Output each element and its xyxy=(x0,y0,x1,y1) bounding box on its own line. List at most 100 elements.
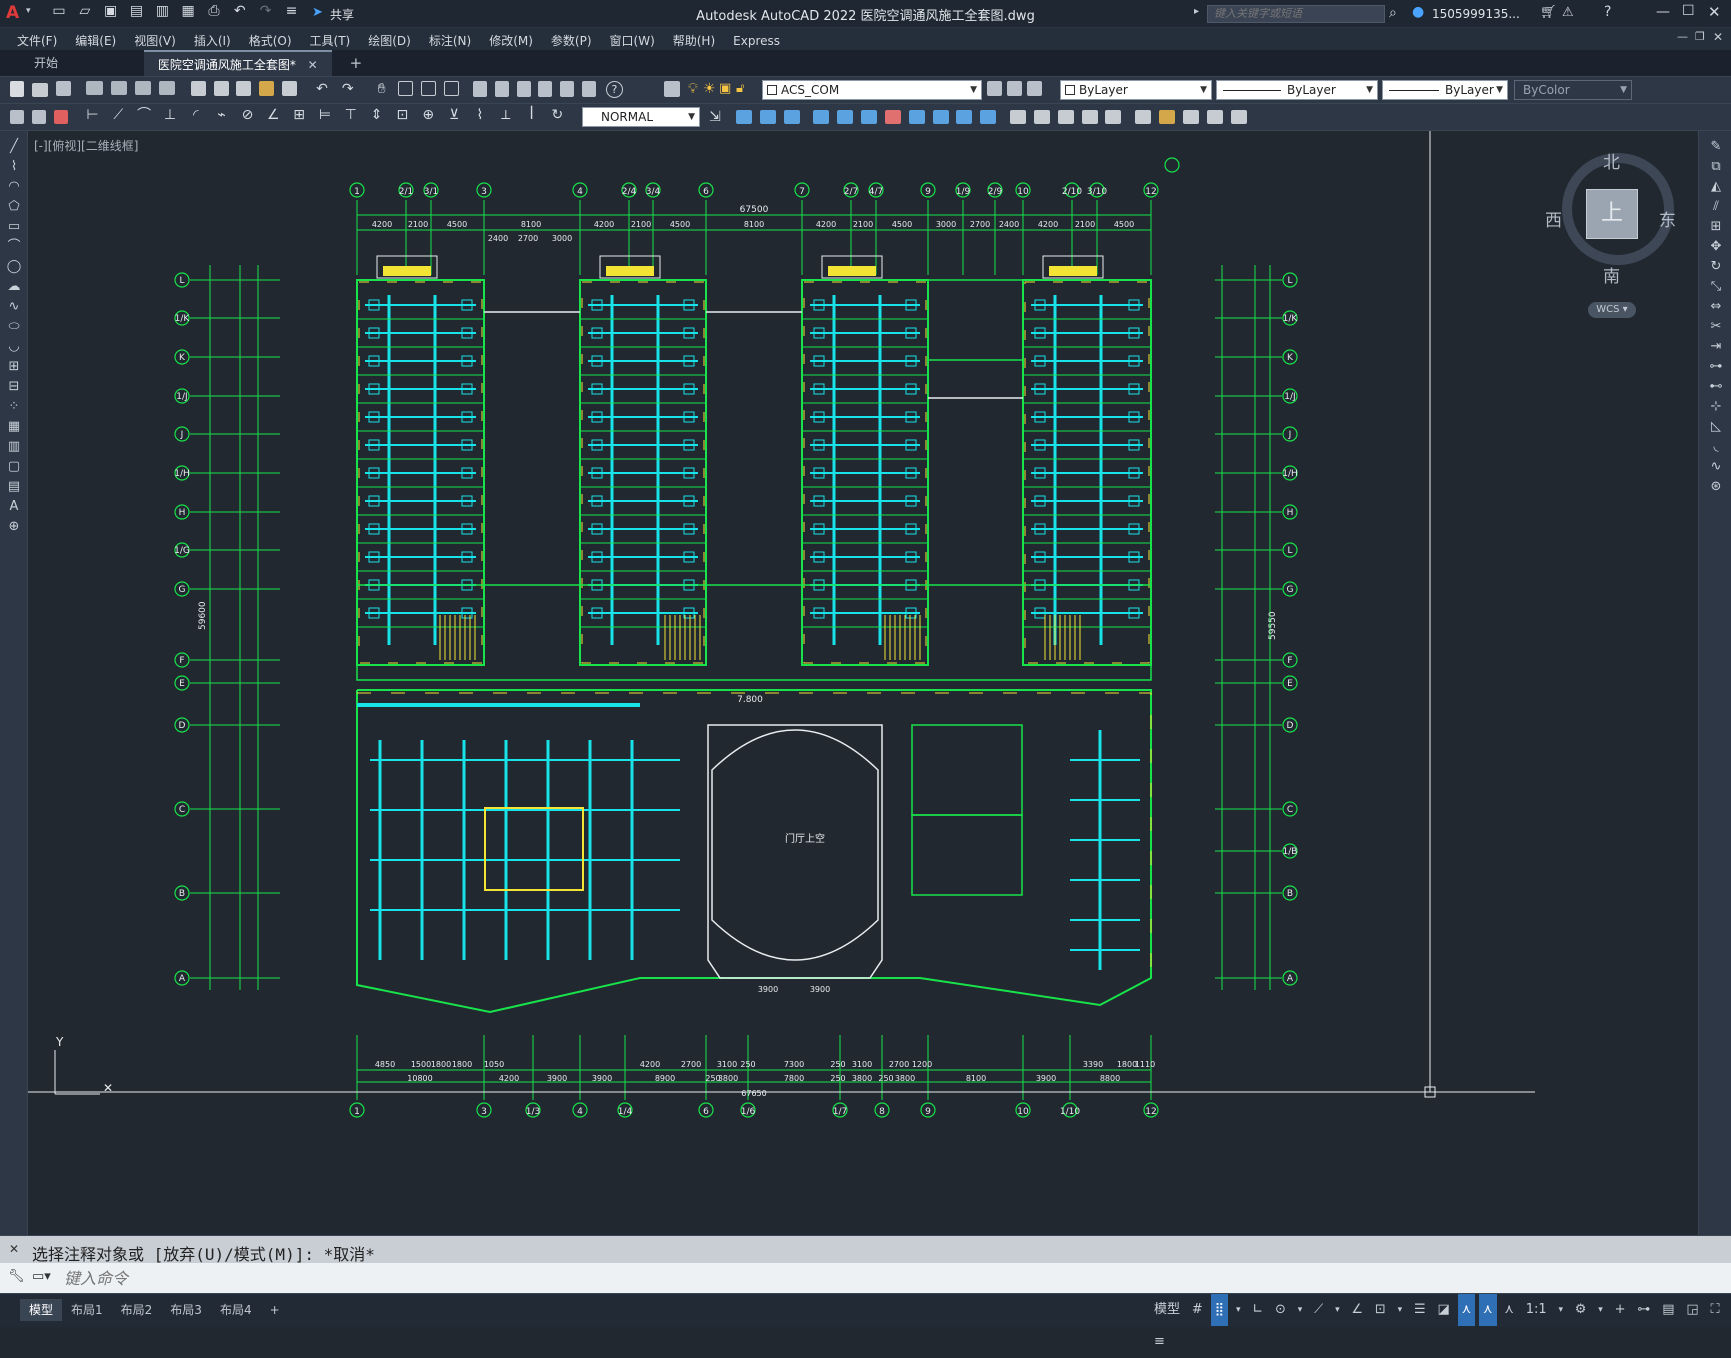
copy-icon[interactable] xyxy=(213,81,229,96)
multiline-text-icon[interactable]: A xyxy=(3,497,25,517)
workspace-gear-icon[interactable]: ⚙ xyxy=(1571,1294,1591,1326)
snap-chevron-icon[interactable]: ▾ xyxy=(1232,1294,1245,1326)
annotation-scale-chevron-icon[interactable]: ▾ xyxy=(1554,1294,1567,1326)
doc-restore-icon[interactable]: ❐ xyxy=(1695,30,1705,43)
add-layout-button[interactable]: + xyxy=(261,1299,289,1321)
extend-r-icon[interactable]: ⇥ xyxy=(1704,337,1728,357)
object-snap-icon[interactable]: ⊡ xyxy=(1371,1294,1390,1326)
close-tab-icon[interactable]: ✕ xyxy=(308,58,318,72)
fillet-r-icon[interactable]: ◟ xyxy=(1704,437,1728,457)
qnew-icon[interactable] xyxy=(10,81,24,97)
hatch-icon[interactable]: ▦ xyxy=(3,417,25,437)
cart-icon[interactable]: 🛒︎ xyxy=(1540,5,1557,20)
viewcube-west[interactable]: 西 xyxy=(1545,206,1562,231)
zoom-previous-icon[interactable] xyxy=(444,81,460,96)
hvac-floor-plan[interactable]: 1 2/1 3/1 3 4 2/4 3/4 6 7 2/7 4/7 9 1/9 2/9 10 2/10 3/10… xyxy=(28,131,1698,1235)
doc-minimize-icon[interactable]: — xyxy=(1677,30,1688,43)
rotate-r-icon[interactable]: ↻ xyxy=(1704,257,1728,277)
close-command-line-icon[interactable]: ✕ xyxy=(9,1242,19,1256)
pan-icon[interactable]: ✋︎ xyxy=(371,81,393,97)
plotstyle-dropdown[interactable]: ByColor ▼ xyxy=(1514,80,1632,100)
make-object-layer-current-icon[interactable] xyxy=(987,81,1002,96)
linetype-dropdown[interactable]: ByLayer ▼ xyxy=(1216,80,1378,100)
insert-block-icon[interactable]: ⊞ xyxy=(3,357,25,377)
menu-item-9[interactable]: 参数(P) xyxy=(542,29,601,52)
fillet-icon[interactable] xyxy=(1081,110,1098,124)
snap-icon[interactable]: ⣿ xyxy=(1210,1294,1229,1326)
recent-commands-icon[interactable]: ▭▾ xyxy=(32,1269,51,1284)
center-mark-icon[interactable]: ⊕ xyxy=(417,107,439,123)
mirror-r-icon[interactable]: ◭ xyxy=(1704,177,1728,197)
erase-icon[interactable] xyxy=(736,110,752,124)
blend-curves-icon[interactable]: ∿ xyxy=(1704,457,1728,477)
polyline-icon[interactable]: ⌇ xyxy=(3,157,25,177)
annotation-scale-icon[interactable]: ⋏ xyxy=(1500,1294,1518,1326)
close-window-icon[interactable]: ✕ xyxy=(1708,3,1721,21)
search-icon[interactable]: ⌕ xyxy=(1389,5,1397,21)
layer-unisolate-icon[interactable] xyxy=(53,110,68,124)
baseline-dimension-icon[interactable]: ⊨ xyxy=(314,107,336,123)
layer-manager-icon[interactable] xyxy=(664,81,680,97)
ellipse-arc-icon[interactable]: ◡ xyxy=(3,337,25,357)
scale-r-icon[interactable]: ⤡ xyxy=(1704,277,1728,297)
arc-3pt-icon[interactable]: ⌒ xyxy=(3,237,25,257)
circle-icon[interactable]: ◯ xyxy=(3,257,25,277)
layer-walk-icon[interactable] xyxy=(10,110,24,124)
lineweight-icon[interactable]: ☰ xyxy=(1410,1294,1430,1326)
array-icon[interactable] xyxy=(837,110,854,124)
copy-object-icon[interactable] xyxy=(759,110,776,124)
revcloud-icon[interactable]: ☁ xyxy=(3,277,25,297)
point-icon[interactable]: ⁘ xyxy=(3,397,25,417)
layer-freeze-icon[interactable]: ☀︎ xyxy=(703,81,716,97)
layer-previous-icon[interactable] xyxy=(1007,81,1022,96)
ordinate-dimension-icon[interactable]: ⊥ xyxy=(159,107,181,123)
menu-item-2[interactable]: 视图(V) xyxy=(125,29,185,52)
layer-viewport-freeze-icon[interactable]: ▣ xyxy=(719,81,731,96)
design-center-icon[interactable] xyxy=(494,81,509,97)
grid-icon[interactable]: # xyxy=(1188,1294,1207,1326)
new-tab-button[interactable]: + xyxy=(336,50,377,76)
ellipse-icon[interactable]: ⬭ xyxy=(3,317,25,337)
quick-dimension-icon[interactable]: ⊞ xyxy=(288,107,310,123)
osnap-chevron-icon[interactable]: ▾ xyxy=(1394,1294,1407,1326)
isolate-objects-icon[interactable]: ◲ xyxy=(1682,1294,1702,1326)
menu-item-6[interactable]: 绘图(D) xyxy=(359,29,420,52)
object-snap-tracking-icon[interactable]: ∠ xyxy=(1347,1294,1367,1326)
radius-dimension-icon[interactable]: ◜ xyxy=(185,107,207,123)
menu-item-1[interactable]: 编辑(E) xyxy=(66,29,125,52)
dimension-edit-icon[interactable]: ⟂ xyxy=(495,107,517,123)
zoom-realtime-icon[interactable] xyxy=(398,81,414,96)
trim-r-icon[interactable]: ✂ xyxy=(1704,317,1728,337)
transparency-icon[interactable]: ◪ xyxy=(1433,1294,1453,1326)
publish-icon[interactable] xyxy=(135,81,152,95)
stretch-icon[interactable] xyxy=(932,110,949,124)
table-icon[interactable]: ▤ xyxy=(3,477,25,497)
viewcube-north[interactable]: 北 xyxy=(1603,148,1620,173)
tab-layout-3[interactable]: 布局3 xyxy=(161,1299,211,1321)
break-r-icon[interactable]: ⊷ xyxy=(1704,377,1728,397)
drawing-canvas[interactable]: 1 2/1 3/1 3 4 2/4 3/4 6 7 2/7 4/7 9 1/9 2/9 10 2/10 3/10… xyxy=(28,131,1698,1235)
menu-item-4[interactable]: 格式(O) xyxy=(240,29,301,52)
menu-item-5[interactable]: 工具(T) xyxy=(301,29,360,52)
menu-item-8[interactable]: 修改(M) xyxy=(480,29,542,52)
mirror-icon[interactable] xyxy=(783,110,800,124)
tab-model[interactable]: 模型 xyxy=(20,1299,63,1321)
redo-icon-tb[interactable]: ↷ xyxy=(337,81,359,97)
save-icon-tb[interactable] xyxy=(55,81,71,96)
tab-layout-2[interactable]: 布局2 xyxy=(112,1299,162,1321)
break-at-point-icon[interactable]: ⊶ xyxy=(1704,357,1728,377)
tab-active-document[interactable]: 医院空调通风施工全套图* ✕ xyxy=(143,50,332,76)
menu-item-7[interactable]: 标注(N) xyxy=(420,29,480,52)
paste-icon[interactable] xyxy=(236,81,252,96)
continue-dimension-icon[interactable]: ⊤ xyxy=(340,107,362,123)
move-r-icon[interactable]: ✥ xyxy=(1704,237,1728,257)
break-icon[interactable] xyxy=(1010,110,1027,124)
zoom-window-icon[interactable] xyxy=(421,81,437,96)
ortho-icon[interactable]: ∟ xyxy=(1248,1294,1267,1326)
quickcalc-icon[interactable] xyxy=(582,81,597,97)
markup-icon[interactable] xyxy=(560,81,575,97)
viewcube-top-face[interactable]: 上 xyxy=(1586,189,1638,239)
menu-item-11[interactable]: 帮助(H) xyxy=(664,29,724,52)
properties-icon[interactable] xyxy=(472,81,487,97)
make-block-icon[interactable]: ⊟ xyxy=(3,377,25,397)
